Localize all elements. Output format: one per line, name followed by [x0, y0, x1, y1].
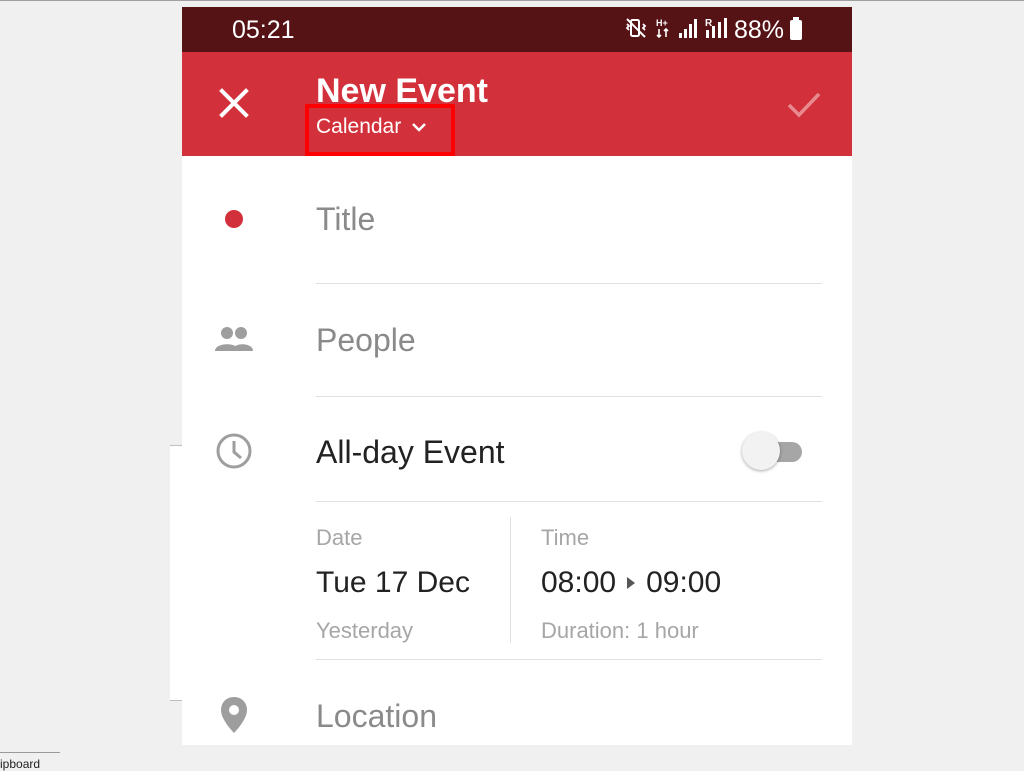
duration-text: Duration: 1 hour [541, 618, 699, 643]
people-input[interactable]: People [316, 322, 416, 359]
people-row: People [182, 317, 852, 361]
time-range: 08:00 09:00 [541, 566, 721, 600]
time-label: Time [541, 525, 590, 550]
status-bar: 05:21 H+ R 88% [182, 7, 852, 52]
arrow-right-icon [627, 577, 636, 589]
battery-icon [790, 17, 802, 40]
close-button[interactable] [216, 85, 252, 121]
network-type-icon: H+ [654, 16, 672, 45]
toggle-knob [742, 432, 780, 470]
location-input[interactable]: Location [316, 698, 437, 735]
roaming-signal-icon: R [704, 16, 728, 45]
close-icon [219, 88, 249, 118]
title-row: Title [182, 197, 852, 241]
all-day-row: All-day Event [182, 429, 852, 473]
battery-percentage: 88% [733, 15, 784, 44]
phone-screen: 05:21 H+ R 88% New Event Calendar Title … [182, 7, 852, 745]
signal-icon [678, 16, 698, 45]
calendar-selector[interactable]: Calendar [305, 104, 455, 156]
start-time[interactable]: 08:00 [541, 566, 616, 600]
divider [316, 396, 822, 397]
location-row: Location [182, 693, 852, 737]
all-day-toggle[interactable] [742, 432, 804, 470]
app-bar: New Event Calendar [182, 52, 852, 156]
svg-text:H+: H+ [656, 18, 668, 28]
chevron-down-icon [412, 123, 427, 132]
calendar-selector-label: Calendar [316, 115, 402, 138]
divider [316, 659, 822, 660]
date-time-separator [510, 517, 511, 643]
divider [316, 501, 822, 502]
date-label: Date [316, 525, 363, 550]
date-value: Tue 17 Dec [316, 566, 470, 599]
taskbar-divider [0, 752, 60, 753]
taskbar-label: ipboard [0, 757, 41, 771]
save-button[interactable] [786, 90, 822, 120]
date-relative: Yesterday [316, 618, 414, 643]
location-pin-icon [212, 693, 256, 737]
end-time[interactable]: 09:00 [646, 566, 721, 600]
event-color-dot-icon[interactable] [212, 197, 256, 241]
status-icons: H+ R 88% [624, 16, 802, 44]
svg-text:R: R [705, 18, 713, 29]
divider [316, 283, 822, 284]
people-icon [212, 317, 256, 361]
status-time: 05:21 [232, 16, 295, 44]
all-day-label: All-day Event [316, 434, 505, 470]
title-input[interactable]: Title [316, 201, 375, 238]
check-icon [787, 92, 821, 118]
clock-icon [212, 429, 256, 473]
vibrate-off-icon [624, 16, 648, 45]
